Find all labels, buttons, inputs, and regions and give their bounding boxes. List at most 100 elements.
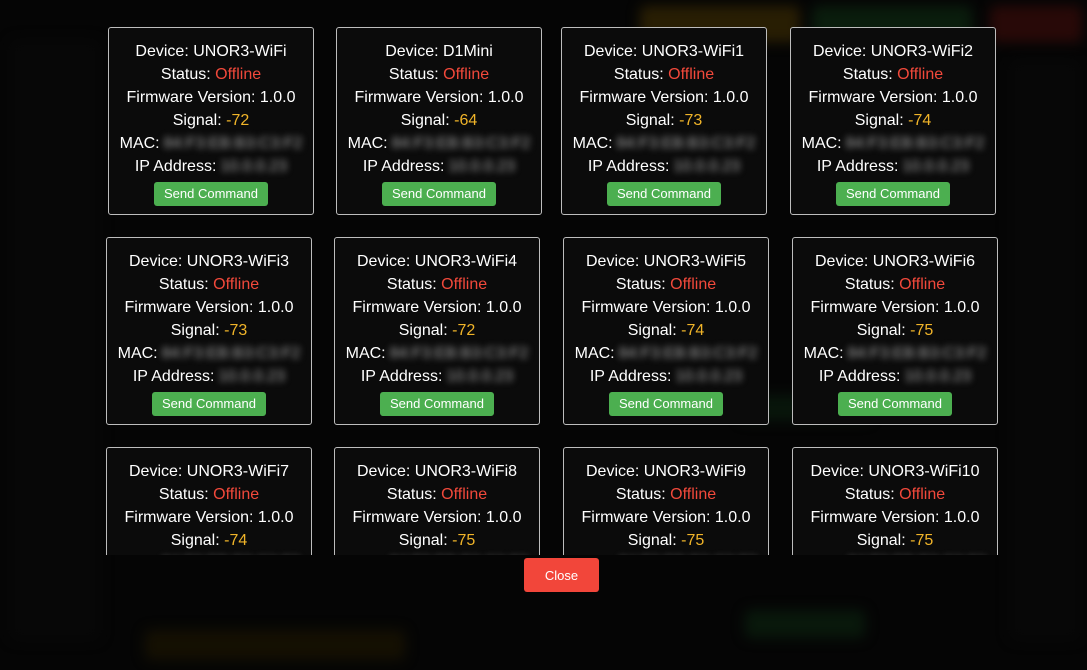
signal-value: -74 [224, 532, 248, 549]
device-name-row: Device: UNOR3-WiFi10 [793, 460, 997, 483]
ip-label: IP Address: [134, 158, 217, 175]
status-row: Status: Offline [107, 273, 311, 296]
device-label: Device: [385, 43, 439, 60]
signal-label: Signal: [398, 322, 448, 339]
ip-label: IP Address: [818, 368, 901, 385]
device-label: Device: [356, 253, 411, 270]
send-command-button[interactable]: Send Command [154, 182, 268, 206]
mac-label: MAC: [345, 345, 386, 362]
send-command-button[interactable]: Send Command [836, 182, 950, 206]
signal-label: Signal: [172, 112, 222, 129]
device-name-row: Device: UNOR3-WiFi8 [335, 460, 539, 483]
ip-row: IP Address: 10.0.0.23 [335, 365, 539, 388]
status-row: Status: Offline [335, 483, 539, 506]
send-command-button[interactable]: Send Command [607, 182, 721, 206]
mac-value: 84:F3:EB:B3:C3:F2 [389, 345, 529, 362]
device-name-row: Device: UNOR3-WiFi [109, 40, 313, 63]
device-name-row: Device: UNOR3-WiFi9 [564, 460, 768, 483]
device-card: Device: UNOR3-WiFi5 Status: Offline Firmwa… [563, 237, 769, 425]
mac-label: MAC: [801, 135, 842, 152]
ip-value: 10.0.0.23 [448, 158, 516, 175]
signal-label: Signal: [627, 532, 677, 549]
send-command-button[interactable]: Send Command [382, 182, 496, 206]
mac-row: MAC:84:F3:EB:B3:C3:F2 [107, 342, 311, 365]
mac-value: 84:F3:EB:B3:C3:F2 [390, 552, 529, 555]
firmware-value: 1.0.0 [485, 509, 522, 526]
signal-value: -73 [224, 322, 248, 339]
signal-value: -64 [454, 112, 478, 129]
send-command-button[interactable]: Send Command [838, 392, 952, 416]
signal-row: Signal: -73 [562, 109, 766, 132]
mac-label: MAC: [803, 345, 844, 362]
ip-row: IP Address: 10.0.0.23 [564, 365, 768, 388]
firmware-label: Firmware Version: [352, 509, 482, 526]
device-grid[interactable]: Device: UNOR3-WiFi Status: Offline Firmwar… [100, 20, 1010, 555]
ip-label: IP Address: [132, 368, 215, 385]
mac-row: MAC:84:F3:EB:B3:C3:F2 [791, 132, 995, 155]
device-card: Device: UNOR3-WiFi4 Status: Offline Firmwa… [334, 237, 540, 425]
mac-value: 84:F3:EB:B3:C3:F2 [163, 135, 303, 152]
firmware-row: Firmware Version: 1.0.0 [793, 296, 997, 319]
mac-value: 84:F3:EB:B3:C3:F2 [162, 552, 301, 555]
ip-label: IP Address: [589, 368, 672, 385]
signal-value: -72 [226, 112, 250, 129]
signal-row: Signal: -74 [564, 319, 768, 342]
firmware-label: Firmware Version: [810, 299, 940, 316]
firmware-value: 1.0.0 [714, 299, 751, 316]
mac-label: MAC: [574, 345, 615, 362]
signal-value: -75 [910, 532, 934, 549]
status-label: Status: [160, 66, 211, 83]
device-name: UNOR3-WiFi10 [868, 463, 980, 480]
mac-row: MAC:84:F3:EB:B3:C3:F2 [335, 342, 539, 365]
signal-value: -74 [908, 112, 932, 129]
mac-row: MAC:84:F3:EB:B3:C3:F2 [335, 552, 539, 555]
send-command-button[interactable]: Send Command [152, 392, 266, 416]
firmware-label: Firmware Version: [810, 509, 940, 526]
firmware-label: Firmware Version: [124, 509, 254, 526]
send-command-button[interactable]: Send Command [609, 392, 723, 416]
firmware-row: Firmware Version: 1.0.0 [564, 506, 768, 529]
status-row: Status: Offline [564, 273, 768, 296]
signal-label: Signal: [398, 532, 448, 549]
device-name-row: Device: UNOR3-WiFi4 [335, 250, 539, 273]
device-name-row: Device: UNOR3-WiFi7 [107, 460, 311, 483]
send-command-button[interactable]: Send Command [380, 392, 494, 416]
signal-row: Signal: -75 [793, 319, 997, 342]
mac-value: 84:F3:EB:B3:C3:F2 [391, 135, 531, 152]
firmware-value: 1.0.0 [712, 89, 749, 106]
firmware-label: Firmware Version: [124, 299, 254, 316]
signal-value: -75 [910, 322, 934, 339]
mac-row: MAC:84:F3:EB:B3:C3:F2 [562, 132, 766, 155]
device-label: Device: [583, 43, 638, 60]
close-button[interactable]: Close [524, 558, 599, 592]
status-row: Status: Offline [564, 483, 768, 506]
status-label: Status: [158, 486, 209, 503]
device-name: UNOR3-WiFi7 [186, 463, 290, 480]
firmware-row: Firmware Version: 1.0.0 [335, 296, 539, 319]
device-name: UNOR3-WiFi6 [872, 253, 976, 270]
device-name-row: Device: UNOR3-WiFi6 [793, 250, 997, 273]
firmware-label: Firmware Version: [579, 89, 709, 106]
signal-row: Signal: -74 [791, 109, 995, 132]
status-label: Status: [158, 276, 209, 293]
mac-row: MAC:84:F3:EB:B3:C3:F2 [564, 342, 768, 365]
ip-row: IP Address: 10.0.0.23 [107, 365, 311, 388]
firmware-row: Firmware Version: 1.0.0 [562, 86, 766, 109]
device-label: Device: [128, 463, 183, 480]
ip-label: IP Address: [816, 158, 899, 175]
ip-label: IP Address: [587, 158, 670, 175]
device-name-row: Device: UNOR3-WiFi3 [107, 250, 311, 273]
mac-row: MAC:84:F3:EB:B3:C3:F2 [107, 552, 311, 555]
status-row: Status: Offline [337, 63, 541, 86]
signal-value: -75 [452, 532, 476, 549]
status-value: Offline [897, 66, 944, 83]
status-value: Offline [441, 276, 488, 293]
firmware-label: Firmware Version: [808, 89, 938, 106]
signal-row: Signal: -64 [337, 109, 541, 132]
mac-value: 84:F3:EB:B3:C3:F2 [847, 345, 987, 362]
device-label: Device: [814, 253, 869, 270]
ip-value: 10.0.0.23 [218, 368, 286, 385]
signal-value: -75 [681, 532, 705, 549]
device-name: UNOR3-WiFi9 [643, 463, 747, 480]
status-value: Offline [213, 276, 260, 293]
